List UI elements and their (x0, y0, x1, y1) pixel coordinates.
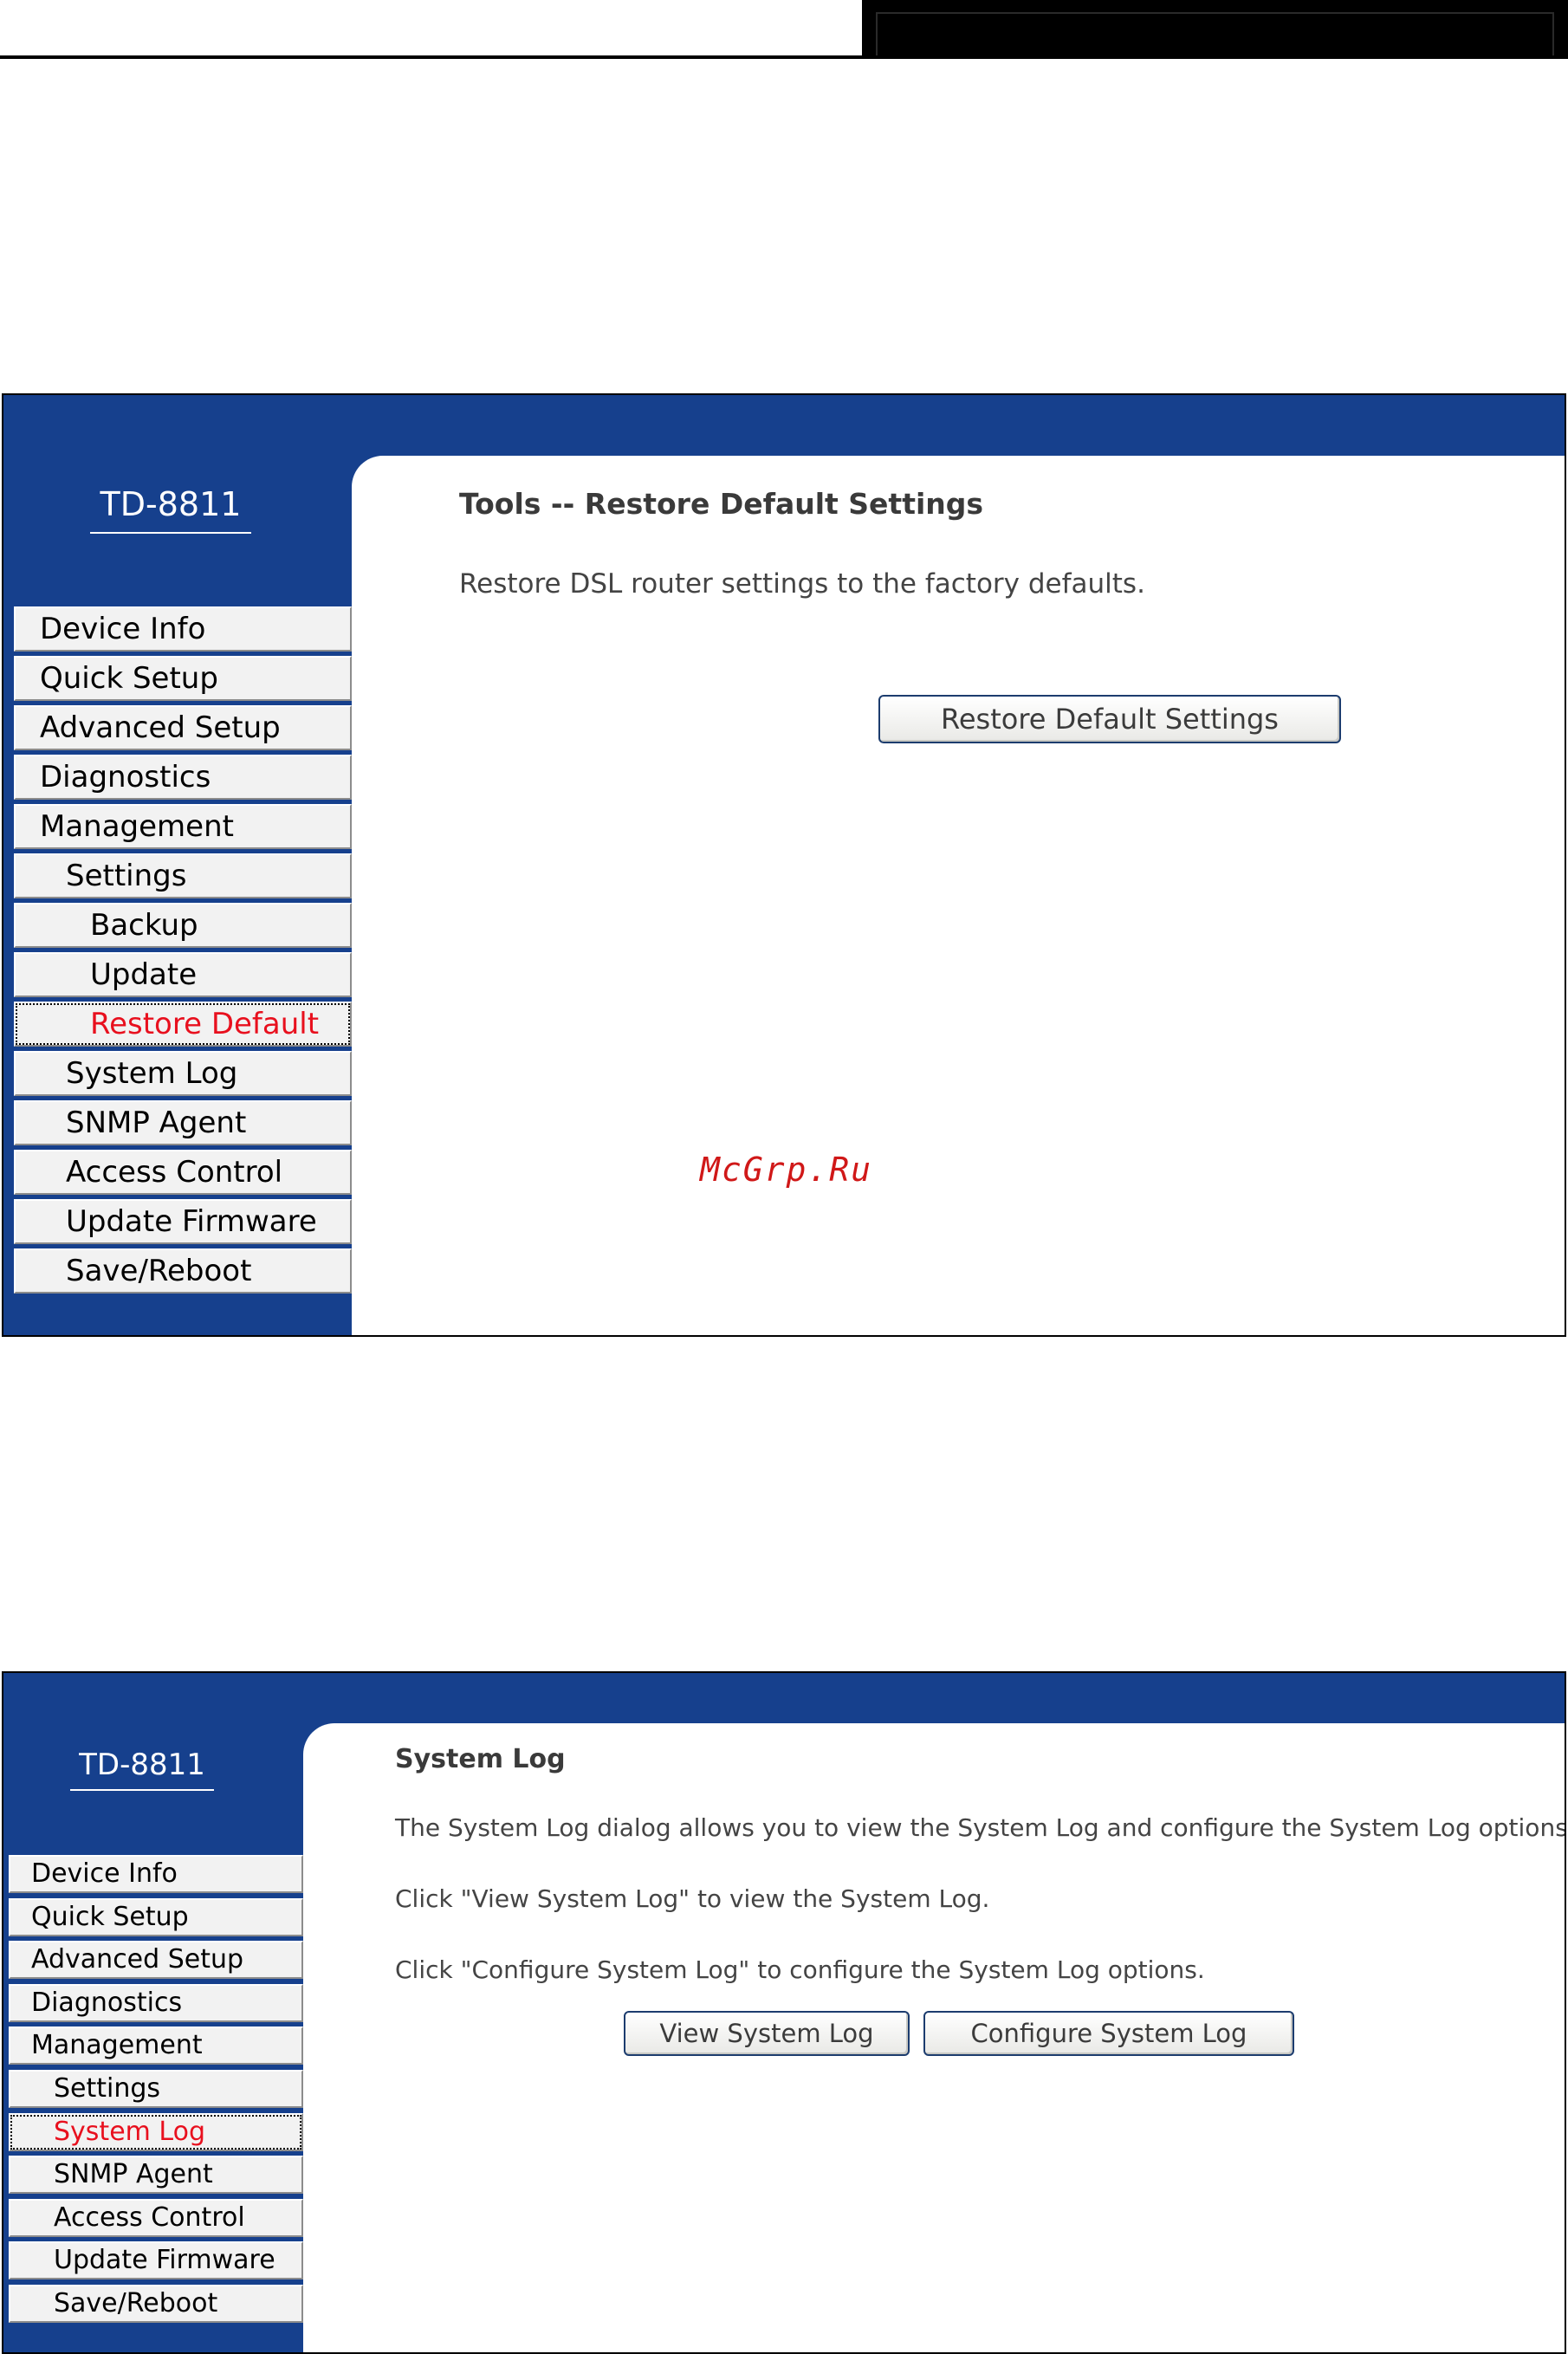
watermark-text: McGrp.Ru (700, 1151, 873, 1189)
sidebar-item-settings[interactable]: Settings (14, 853, 352, 898)
logo-text: TD-8811 (70, 1748, 214, 1791)
router-logo: TD-8811 (64, 1748, 220, 1791)
sidebar-item-update-firmware[interactable]: Update Firmware (14, 1199, 352, 1244)
router-logo: TD-8811 (81, 485, 260, 534)
sidebar-item-access-control[interactable]: Access Control (14, 1150, 352, 1195)
sidebar-item-device-info[interactable]: Device Info (9, 1855, 303, 1893)
sidebar-item-quick-setup[interactable]: Quick Setup (9, 1897, 303, 1936)
sidebar-item-save-reboot[interactable]: Save/Reboot (14, 1248, 352, 1294)
sidebar-item-snmp-agent[interactable]: SNMP Agent (14, 1100, 352, 1145)
sidebar-item-backup[interactable]: Backup (14, 903, 352, 948)
sidebar-item-settings[interactable]: Settings (9, 2069, 303, 2108)
sidebar-item-diagnostics[interactable]: Diagnostics (9, 1983, 303, 2022)
sidebar-item-system-log[interactable]: System Log (14, 1051, 352, 1096)
main-content: Tools -- Restore Default Settings Restor… (352, 456, 1565, 1335)
sidebar-item-advanced-setup[interactable]: Advanced Setup (14, 705, 352, 750)
sidebar-item-save-reboot[interactable]: Save/Reboot (9, 2284, 303, 2323)
page-description-configure: Click "Configure System Log" to configur… (395, 1955, 1205, 1984)
page-description: Restore DSL router settings to the facto… (459, 568, 1145, 600)
sidebar-item-advanced-setup[interactable]: Advanced Setup (9, 1941, 303, 1980)
sidebar-item-system-log[interactable]: System Log (9, 2112, 303, 2151)
sidebar-item-update[interactable]: Update (14, 952, 352, 997)
sidebar-menu: Device Info Quick Setup Advanced Setup D… (14, 606, 352, 1298)
sidebar-item-device-info[interactable]: Device Info (14, 606, 352, 652)
sidebar-item-restore-default[interactable]: Restore Default (14, 1002, 352, 1047)
restore-default-settings-button[interactable]: Restore Default Settings (878, 695, 1341, 743)
sidebar-item-quick-setup[interactable]: Quick Setup (14, 656, 352, 701)
sidebar-item-management[interactable]: Management (14, 804, 352, 849)
sidebar-item-snmp-agent[interactable]: SNMP Agent (9, 2156, 303, 2195)
sidebar-menu: Device Info Quick Setup Advanced Setup D… (9, 1855, 303, 2328)
restore-default-screenshot: TD-8811 Device Info Quick Setup Advanced… (2, 393, 1566, 1337)
configure-system-log-button[interactable]: Configure System Log (923, 2011, 1294, 2056)
page-description-view: Click "View System Log" to view the Syst… (395, 1884, 990, 1913)
sidebar-item-management[interactable]: Management (9, 2027, 303, 2065)
page-header-box (862, 0, 1568, 57)
page-title: System Log (395, 1744, 566, 1774)
system-log-screenshot: TD-8811 Device Info Quick Setup Advanced… (2, 1671, 1566, 2354)
logo-text: TD-8811 (89, 485, 252, 534)
sidebar-item-diagnostics[interactable]: Diagnostics (14, 755, 352, 800)
view-system-log-button[interactable]: View System Log (624, 2011, 910, 2056)
sidebar-item-access-control[interactable]: Access Control (9, 2198, 303, 2237)
main-content: System Log The System Log dialog allows … (303, 1723, 1565, 2352)
page-description-dialog: The System Log dialog allows you to view… (395, 1813, 1566, 1842)
page-title: Tools -- Restore Default Settings (459, 487, 984, 521)
sidebar-item-update-firmware[interactable]: Update Firmware (9, 2241, 303, 2280)
